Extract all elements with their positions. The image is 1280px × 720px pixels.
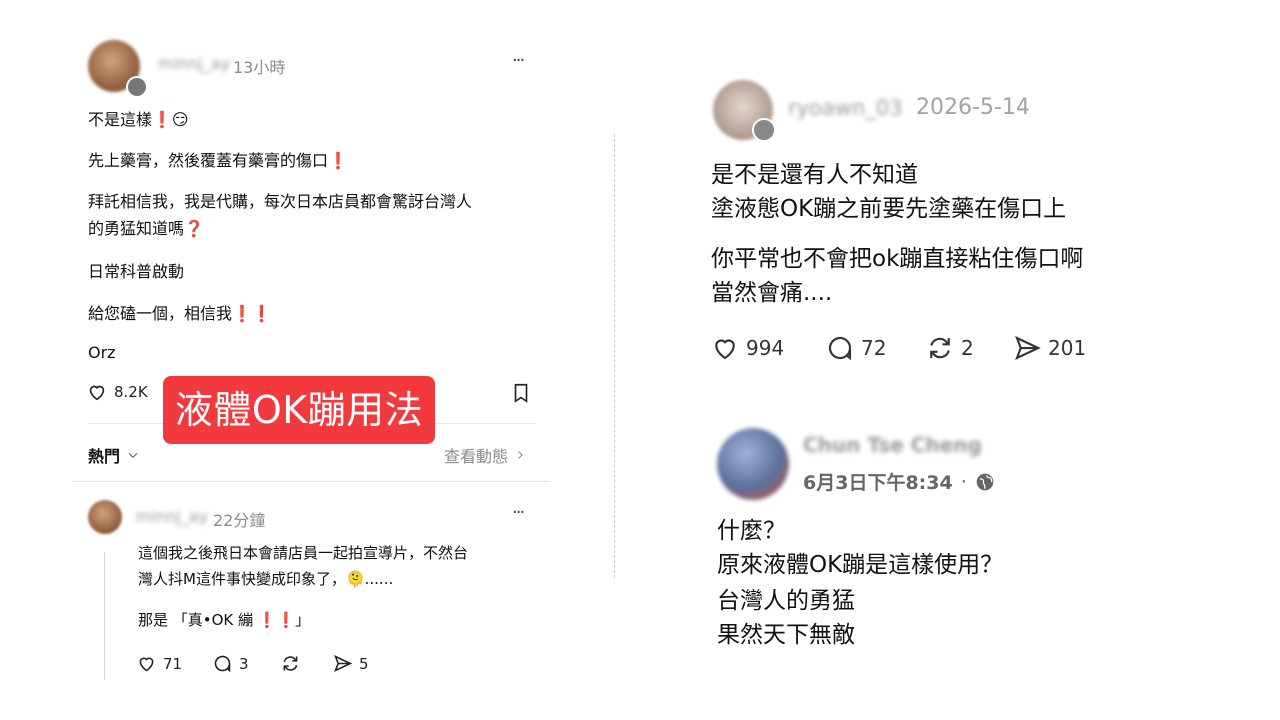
reply-username[interactable]: minnj_ay	[136, 507, 208, 526]
heart-icon	[715, 339, 735, 360]
post-text-line: 當然會痛....	[711, 280, 833, 306]
divider	[72, 481, 550, 482]
heart-icon	[89, 385, 105, 401]
comment-count: 72	[861, 336, 887, 360]
sort-dropdown[interactable]: 熱門	[88, 443, 140, 467]
avatar-badge	[752, 118, 776, 142]
view-activity-link[interactable]: 查看動態	[444, 443, 526, 467]
sort-label: 熱門	[88, 447, 121, 466]
post-text-line: 原來液體OK蹦是這樣使用？	[717, 552, 1004, 578]
reply-like-button[interactable]: 71	[136, 653, 182, 674]
reply-text-line: 這個我之後飛日本會請店員一起拍宣導片，不然台	[138, 544, 469, 562]
share-icon	[1015, 335, 1041, 361]
reply-thread-line	[104, 552, 105, 680]
post-meta: 6月3日下午8:34 ·	[803, 468, 995, 495]
post-text-line: 是不是還有人不知道	[711, 162, 918, 188]
reply-share-button[interactable]: 5	[332, 653, 369, 674]
post-text-line: 果然天下無敵	[717, 622, 855, 648]
like-button[interactable]: 8.2K	[86, 381, 148, 403]
left-post-username[interactable]: minnj_ay	[158, 54, 230, 73]
post-paragraph: 先上藥膏，然後覆蓋有藥膏的傷口❗	[88, 151, 348, 170]
post-paragraph: 給您磕一個，相信我❗❗	[88, 304, 272, 323]
repost-icon	[930, 337, 950, 359]
share-button[interactable]: 201	[1012, 333, 1086, 363]
right-post2-username[interactable]: Chun Tse Cheng	[803, 433, 982, 457]
like-count: 994	[746, 336, 785, 360]
chevron-right-icon	[518, 451, 523, 459]
reply-avatar[interactable]	[88, 500, 122, 534]
more-options-icon[interactable]: ···	[512, 50, 525, 71]
meta-dot: ·	[960, 470, 967, 493]
reply-time: 22分鐘	[213, 511, 266, 530]
avatar-badge	[126, 76, 148, 98]
chevron-down-icon	[128, 452, 138, 459]
reply-repost-button[interactable]	[280, 653, 301, 674]
post-paragraph: 不是這樣❗😏	[88, 110, 189, 129]
globe-icon	[976, 473, 994, 490]
right-post1-username[interactable]: ryoawn_03	[788, 96, 903, 120]
bookmark-button[interactable]	[510, 381, 532, 409]
comment-icon	[214, 655, 231, 673]
reply-comment-button[interactable]: 3	[212, 653, 249, 674]
repost-button[interactable]: 2	[925, 333, 974, 363]
post-text-line: 你平常也不會把ok蹦直接粘住傷口啊	[711, 246, 1084, 272]
post-paragraph: Orz	[88, 343, 116, 362]
reply-comment-count: 3	[239, 654, 249, 673]
reply-text-line: 那是 「真•OK 繃 ❗❗」	[138, 611, 311, 629]
repost-icon	[283, 656, 298, 671]
post-paragraph: 的勇猛知道嗎❓	[88, 219, 204, 238]
post-text-line: 什麼？	[717, 518, 786, 544]
share-count: 201	[1048, 336, 1087, 360]
post-text-line: 台灣人的勇猛	[717, 588, 855, 614]
reply-text-line: 灣人抖M這件事快變成印象了，🫠......	[138, 570, 394, 588]
bookmark-icon	[514, 383, 528, 403]
like-count: 8.2K	[114, 383, 148, 401]
left-post-time: 13小時	[233, 58, 286, 77]
comment-button[interactable]: 72	[825, 333, 886, 363]
center-divider	[614, 134, 615, 578]
title-banner: 液體OK蹦用法	[163, 376, 435, 444]
comment-icon	[828, 337, 852, 361]
post-paragraph: 日常科普啟動	[88, 262, 185, 281]
view-activity-label: 查看動態	[444, 447, 509, 466]
post-text-line: 塗液態OK蹦之前要先塗藥在傷口上	[711, 196, 1067, 222]
share-icon	[334, 654, 353, 673]
right-post2-avatar[interactable]	[717, 428, 789, 500]
reply-share-count: 5	[359, 654, 369, 673]
reply-more-icon[interactable]: ···	[512, 502, 525, 523]
heart-icon	[139, 657, 154, 672]
right-post1-date: 2026-5-14	[916, 95, 1030, 120]
right-post2-datetime: 6月3日下午8:34	[803, 472, 953, 494]
like-button[interactable]: 994	[710, 333, 784, 363]
post-paragraph: 拜託相信我，我是代購，每次日本店員都會驚訝台灣人	[88, 192, 473, 211]
reply-like-count: 71	[163, 654, 183, 673]
repost-count: 2	[961, 336, 974, 360]
